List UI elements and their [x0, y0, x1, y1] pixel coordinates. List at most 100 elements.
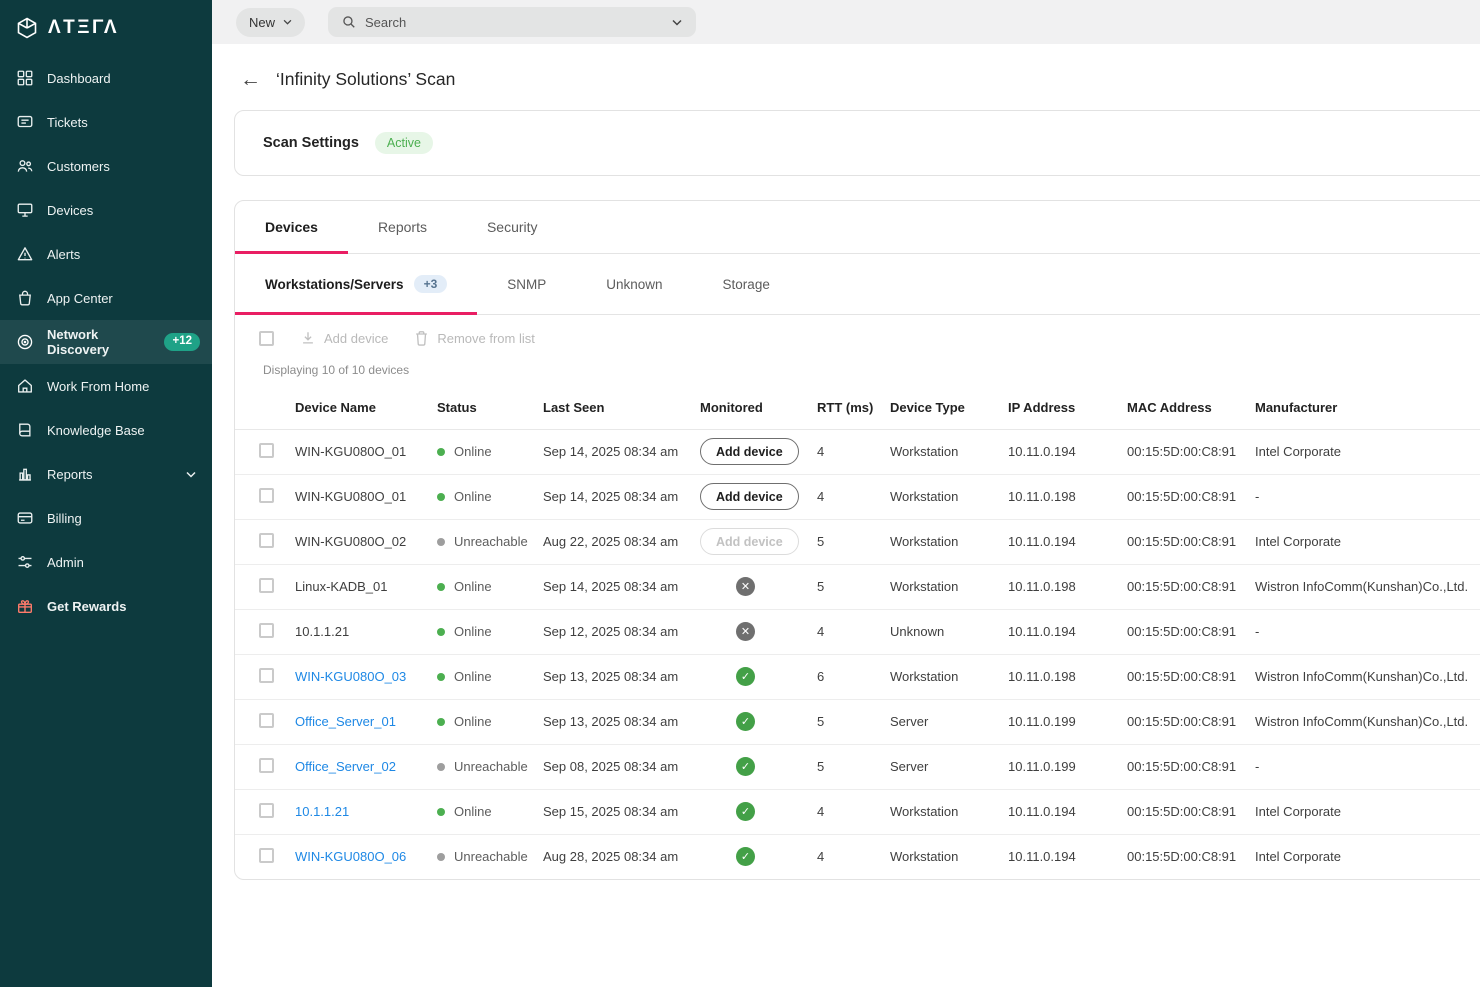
col-monitored: Monitored: [700, 387, 817, 429]
trash-icon: [414, 330, 429, 346]
row-checkbox[interactable]: [259, 758, 274, 773]
status-label: Online: [454, 804, 492, 819]
table-row: WIN-KGU080O_02UnreachableAug 22, 2025 08…: [235, 519, 1480, 564]
last-seen-cell: Sep 13, 2025 08:34 am: [543, 654, 700, 699]
tab-devices[interactable]: Devices: [235, 201, 348, 253]
device-type-cell: Unknown: [890, 609, 1008, 654]
status-cell: Unreachable: [437, 834, 543, 879]
scan-settings-label: Scan Settings: [263, 135, 359, 151]
row-checkbox[interactable]: [259, 713, 274, 728]
row-checkbox[interactable]: [259, 623, 274, 638]
sidebar-item-alerts[interactable]: Alerts: [0, 232, 212, 276]
status-cell: Online: [437, 564, 543, 609]
row-checkbox[interactable]: [259, 533, 274, 548]
device-name-cell: Office_Server_01: [295, 699, 437, 744]
row-checkbox-cell: [235, 519, 295, 564]
tab-security[interactable]: Security: [457, 201, 568, 253]
device-table: Device Name Status Last Seen Monitored R…: [235, 387, 1480, 879]
row-checkbox[interactable]: [259, 668, 274, 683]
device-name: WIN-KGU080O_01: [295, 489, 406, 504]
download-icon: [300, 330, 316, 346]
row-checkbox-cell: [235, 609, 295, 654]
mac-address-cell: 00:15:5D:00:C8:91: [1127, 474, 1255, 519]
table-row: Office_Server_02UnreachableSep 08, 2025 …: [235, 744, 1480, 789]
subtab-storage[interactable]: Storage: [693, 254, 800, 314]
status-label: Unreachable: [454, 849, 528, 864]
sidebar-item-dashboard[interactable]: Dashboard: [0, 56, 212, 100]
device-name-link[interactable]: Office_Server_01: [295, 714, 396, 729]
sidebar: ΛTΞΓΛ Dashboard Tickets: [0, 0, 212, 987]
device-name-cell: WIN-KGU080O_01: [295, 474, 437, 519]
sidebar-item-customers[interactable]: Customers: [0, 144, 212, 188]
device-name: Linux-KADB_01: [295, 579, 388, 594]
device-name-cell: 10.1.1.21: [295, 789, 437, 834]
not-monitored-cross-icon: ✕: [736, 622, 755, 641]
row-checkbox-cell: [235, 654, 295, 699]
row-checkbox-cell: [235, 789, 295, 834]
sidebar-item-network-discovery[interactable]: Network Discovery +12: [0, 320, 212, 364]
ip-address-cell: 10.11.0.198: [1008, 654, 1127, 699]
row-checkbox[interactable]: [259, 443, 274, 458]
main-area: New ← ‘Infinity Solutions’ Scan Scan Set…: [212, 0, 1480, 987]
row-checkbox[interactable]: [259, 488, 274, 503]
sidebar-item-admin[interactable]: Admin: [0, 540, 212, 584]
sidebar-item-knowledge-base[interactable]: Knowledge Base: [0, 408, 212, 452]
monitored-cell: ✓: [700, 744, 817, 789]
topbar: New: [212, 0, 1480, 44]
search-bar[interactable]: [328, 7, 696, 37]
table-row: WIN-KGU080O_01OnlineSep 14, 2025 08:34 a…: [235, 474, 1480, 519]
status-label: Online: [454, 444, 492, 459]
status-dot: [437, 853, 445, 861]
monitored-cell: ✓: [700, 699, 817, 744]
atera-logo-mark-icon: [15, 16, 39, 40]
ip-address-cell: 10.11.0.198: [1008, 474, 1127, 519]
status-label: Unreachable: [454, 534, 528, 549]
back-button[interactable]: ←: [240, 69, 261, 90]
page-header: ← ‘Infinity Solutions’ Scan: [234, 62, 1480, 96]
select-all-checkbox[interactable]: [259, 331, 274, 346]
col-status: Status: [437, 387, 543, 429]
book-icon: [16, 421, 34, 439]
sidebar-item-billing[interactable]: Billing: [0, 496, 212, 540]
billing-icon: [16, 509, 34, 527]
device-name-link[interactable]: WIN-KGU080O_06: [295, 849, 406, 864]
add-device-button: Add device: [700, 528, 799, 555]
sidebar-item-devices[interactable]: Devices: [0, 188, 212, 232]
rtt-cell: 4: [817, 429, 890, 474]
subtab-snmp[interactable]: SNMP: [477, 254, 576, 314]
workstations-count-badge: +3: [414, 275, 448, 293]
ip-address-cell: 10.11.0.194: [1008, 789, 1127, 834]
search-input[interactable]: [365, 15, 663, 30]
row-checkbox[interactable]: [259, 848, 274, 863]
monitored-cell: Add device: [700, 519, 817, 564]
row-checkbox[interactable]: [259, 578, 274, 593]
add-device-button[interactable]: Add device: [700, 483, 799, 510]
sidebar-item-get-rewards[interactable]: Get Rewards: [0, 584, 212, 628]
device-name-link[interactable]: 10.1.1.21: [295, 804, 349, 819]
manufacturer-cell: Intel Corporate: [1255, 834, 1480, 879]
row-checkbox-cell: [235, 564, 295, 609]
row-checkbox-cell: [235, 429, 295, 474]
device-name-link[interactable]: Office_Server_02: [295, 759, 396, 774]
subtab-workstations-servers[interactable]: Workstations/Servers +3: [235, 254, 477, 314]
table-row: WIN-KGU080O_06UnreachableAug 28, 2025 08…: [235, 834, 1480, 879]
add-device-button[interactable]: Add device: [700, 438, 799, 465]
row-checkbox[interactable]: [259, 803, 274, 818]
last-seen-cell: Sep 13, 2025 08:34 am: [543, 699, 700, 744]
device-type-cell: Workstation: [890, 654, 1008, 699]
status-cell: Online: [437, 789, 543, 834]
monitored-cell: Add device: [700, 474, 817, 519]
subtab-unknown[interactable]: Unknown: [576, 254, 692, 314]
home-icon: [16, 377, 34, 395]
new-button[interactable]: New: [236, 8, 305, 37]
sidebar-item-work-from-home[interactable]: Work From Home: [0, 364, 212, 408]
last-seen-cell: Sep 08, 2025 08:34 am: [543, 744, 700, 789]
tab-reports[interactable]: Reports: [348, 201, 457, 253]
device-name-link[interactable]: WIN-KGU080O_03: [295, 669, 406, 684]
status-label: Online: [454, 489, 492, 504]
rtt-cell: 4: [817, 609, 890, 654]
sidebar-item-tickets[interactable]: Tickets: [0, 100, 212, 144]
sidebar-item-reports[interactable]: Reports: [0, 452, 212, 496]
atera-logo[interactable]: ΛTΞΓΛ: [0, 0, 212, 56]
sidebar-item-app-center[interactable]: App Center: [0, 276, 212, 320]
